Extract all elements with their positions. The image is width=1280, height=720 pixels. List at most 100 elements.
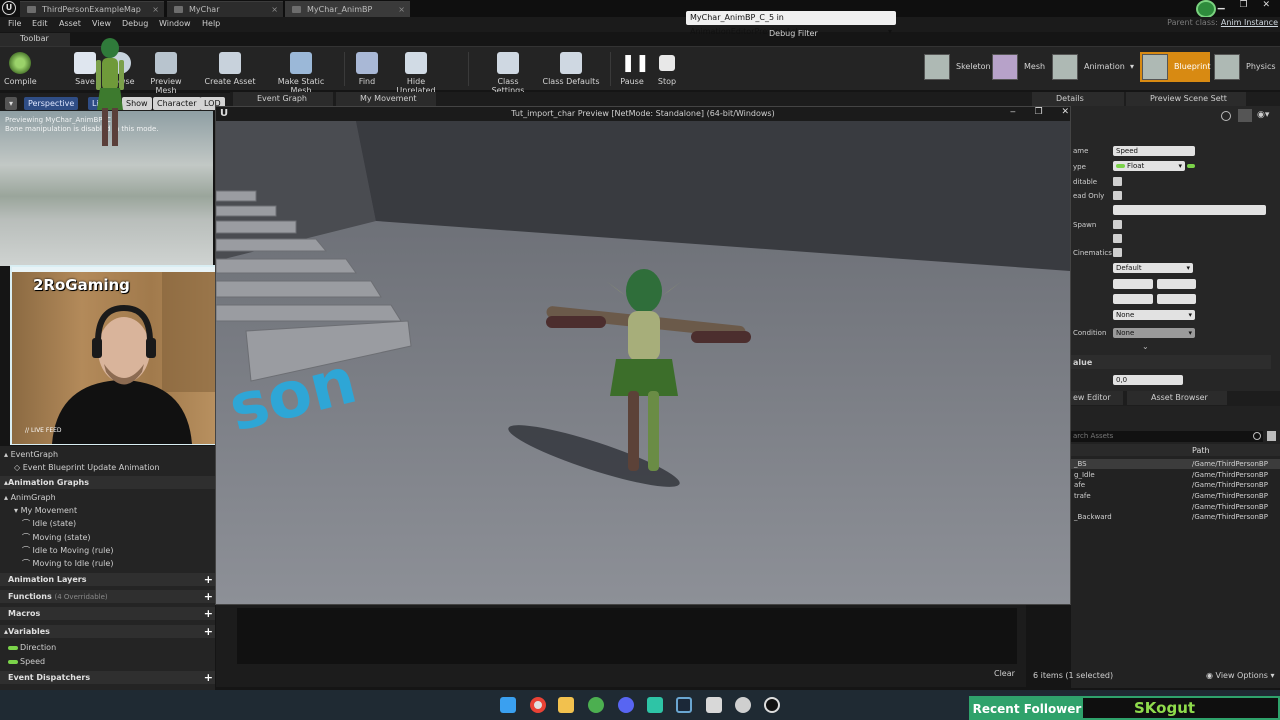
path-column-header[interactable]: Path [1192, 446, 1210, 455]
tab-view-editor[interactable]: ew Editor [1071, 391, 1123, 405]
tree-moving-to-idle-rule[interactable]: ⌒ Moving to Idle (rule) [0, 557, 215, 570]
window-controls[interactable]: ▁ ❐ ✕ [1218, 0, 1276, 12]
asset-search-input[interactable]: arch Assets [1071, 431, 1263, 442]
value-range-max-input[interactable] [1157, 294, 1196, 304]
close-icon[interactable]: × [152, 2, 159, 17]
mode-skeleton-button[interactable]: Skeleton [922, 52, 991, 82]
debug-object-select[interactable]: MyChar_AnimBP_C_5 in AnimationEditorPrev… [686, 11, 896, 36]
add-icon[interactable]: + [204, 671, 213, 684]
menu-help[interactable]: Help [202, 19, 220, 28]
viewport-options-button[interactable]: ▾ [5, 97, 18, 110]
variable-speed[interactable]: Speed [0, 655, 215, 668]
asset-row[interactable]: _BS/Game/ThirdPersonBP [1071, 459, 1280, 469]
tab-mychar[interactable]: MyChar × [167, 1, 283, 17]
game-scene[interactable]: son [216, 121, 1070, 604]
mode-mesh-button[interactable]: Mesh [990, 52, 1050, 82]
section-animation-graphs[interactable]: ▴Animation Graphs [0, 476, 215, 489]
expand-advanced-icon[interactable]: ⌄ [1142, 342, 1149, 351]
filter-icon[interactable] [1267, 431, 1276, 441]
make-static-mesh-button[interactable]: Make Static Mesh [266, 52, 336, 95]
asset-row[interactable]: g_Idle/Game/ThirdPersonBP [1071, 470, 1280, 480]
asset-row[interactable]: trafe/Game/ThirdPersonBP [1071, 491, 1280, 501]
value-range-min-input[interactable] [1113, 294, 1153, 304]
section-event-dispatchers[interactable]: Event Dispatchers + [0, 671, 215, 684]
default-value-input[interactable]: 0,0 [1113, 375, 1183, 385]
unreal-logo-icon[interactable]: U [2, 1, 16, 15]
pause-button[interactable]: ❚❚ Pause [618, 52, 649, 86]
section-variables[interactable]: ▴Variables + [0, 625, 215, 638]
category-select[interactable]: Default ▾ [1113, 263, 1193, 273]
add-icon[interactable]: + [204, 607, 213, 620]
obs-icon[interactable] [735, 697, 751, 713]
discord-icon[interactable] [618, 697, 634, 713]
perspective-button[interactable]: Perspective [24, 97, 79, 110]
toolbar-tab[interactable]: Toolbar [0, 33, 70, 46]
grid-view-icon[interactable] [1238, 109, 1252, 122]
private-checkbox[interactable] [1113, 234, 1122, 243]
container-type-icon[interactable] [1187, 164, 1195, 168]
mode-animation-button[interactable]: Animation ▾ [1050, 52, 1136, 82]
app-icon[interactable] [647, 697, 663, 713]
editable-checkbox[interactable] [1113, 177, 1122, 186]
xbox-icon[interactable] [588, 697, 604, 713]
tree-idle-to-moving-rule[interactable]: ⌒ Idle to Moving (rule) [0, 544, 215, 557]
replication-condition-select[interactable]: None ▾ [1113, 328, 1195, 338]
tree-my-movement[interactable]: ▾ My Movement [0, 504, 215, 517]
section-functions[interactable]: Functions (4 Overridable) + [0, 590, 215, 603]
expose-on-spawn-checkbox[interactable] [1113, 220, 1122, 229]
add-icon[interactable]: + [204, 573, 213, 586]
add-icon[interactable]: + [204, 625, 213, 638]
tree-moving-state[interactable]: ⌒ Moving (state) [0, 531, 215, 544]
close-icon[interactable]: × [271, 2, 278, 17]
tree-animgraph[interactable]: ▴ AnimGraph [0, 491, 215, 504]
preview-window-controls[interactable]: ‒ ❐ ✕ [1010, 107, 1077, 117]
create-asset-button[interactable]: Create Asset [204, 52, 256, 86]
unreal-engine-taskbar-icon[interactable] [764, 697, 780, 713]
class-defaults-button[interactable]: Class Defaults [542, 52, 600, 86]
steam-icon[interactable] [676, 697, 692, 713]
tooltip-input[interactable] [1113, 205, 1266, 215]
tab-preview-scene-settings[interactable]: Preview Scene Sett [1126, 92, 1246, 106]
chrome-icon[interactable] [530, 697, 546, 713]
close-icon[interactable]: × [398, 2, 405, 17]
character-button[interactable]: Character [153, 97, 201, 110]
menu-asset[interactable]: Asset [59, 19, 81, 28]
replication-select[interactable]: None ▾ [1113, 310, 1195, 320]
tab-asset-browser[interactable]: Asset Browser [1127, 391, 1227, 405]
tree-event-update-animation[interactable]: ◇ Event Blueprint Update Animation [0, 461, 215, 474]
variable-type-select[interactable]: Float ▾ [1113, 161, 1185, 171]
file-explorer-icon[interactable] [558, 697, 574, 713]
mode-physics-button[interactable]: Physics [1212, 52, 1278, 82]
search-icon[interactable] [1253, 432, 1261, 440]
tab-details[interactable]: Details [1032, 92, 1124, 106]
windows-start-icon[interactable] [500, 697, 516, 713]
search-icon[interactable] [1221, 111, 1231, 121]
add-icon[interactable]: + [204, 590, 213, 603]
preview-mesh-button[interactable]: Preview Mesh [140, 52, 192, 95]
section-animation-layers[interactable]: Animation Layers + [0, 573, 215, 586]
compile-button[interactable]: Compile [4, 52, 37, 86]
clear-button[interactable]: Clear [994, 669, 1015, 678]
find-button[interactable]: Find [354, 52, 380, 86]
tab-third-person-map[interactable]: ThirdPersonExampleMap × [20, 1, 164, 17]
menu-edit[interactable]: Edit [32, 19, 48, 28]
menu-view[interactable]: View [92, 19, 111, 28]
variable-name-input[interactable]: Speed [1113, 146, 1195, 156]
tree-eventgraph[interactable]: ▴ EventGraph [0, 448, 215, 461]
eye-icon[interactable]: ◉▾ [1257, 110, 1269, 120]
stop-button[interactable]: Stop [654, 52, 680, 86]
tab-mychar-animbp[interactable]: MyChar_AnimBP × [285, 1, 410, 17]
tree-idle-state[interactable]: ⌒ Idle (state) [0, 517, 215, 530]
variable-direction[interactable]: Direction [0, 641, 215, 654]
hide-unrelated-button[interactable]: Hide Unrelated [388, 52, 444, 95]
mode-blueprint-button[interactable]: Blueprint [1140, 52, 1211, 82]
readonly-checkbox[interactable] [1113, 191, 1122, 200]
tab-my-movement[interactable]: My Movement [336, 92, 436, 106]
view-options-button[interactable]: ◉ View Options ▾ [1206, 671, 1275, 680]
user-avatar[interactable] [1196, 0, 1216, 18]
menu-window[interactable]: Window [159, 19, 191, 28]
menu-file[interactable]: File [8, 19, 21, 28]
document-icon[interactable] [706, 697, 722, 713]
class-settings-button[interactable]: Class Settings [480, 52, 536, 95]
slider-range-max-input[interactable] [1157, 279, 1196, 289]
